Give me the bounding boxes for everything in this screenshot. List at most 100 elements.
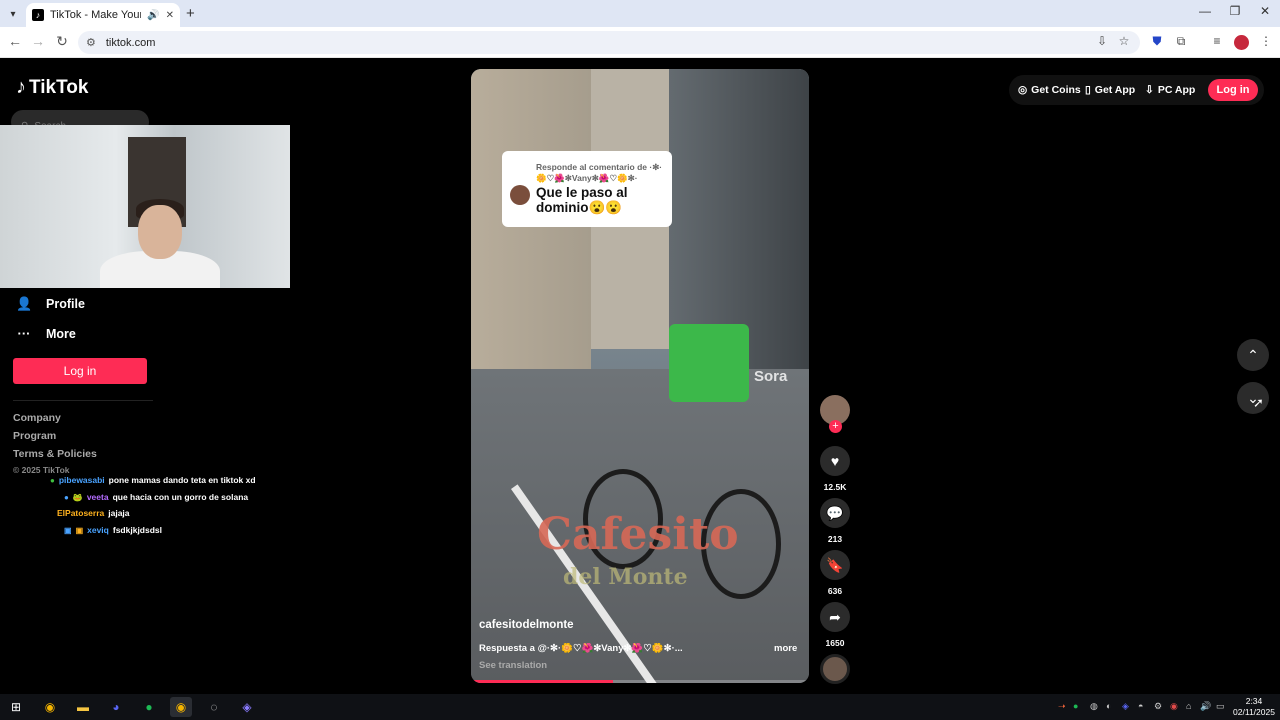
nav-more[interactable]: ··· More [16, 326, 76, 341]
file-explorer-icon[interactable]: ▬ [72, 697, 94, 717]
share-icon: ➦ [829, 608, 841, 625]
tray-icon[interactable]: ◈ [1122, 701, 1129, 712]
share-count: 1650 [825, 638, 845, 648]
forward-button[interactable]: → [28, 33, 48, 49]
volume-icon[interactable]: 🔊 [1200, 701, 1211, 712]
taskbar-clock[interactable]: 2:34 02/11/2025 [1232, 696, 1276, 717]
save-count: 636 [827, 586, 843, 596]
back-button[interactable]: ← [5, 33, 25, 49]
tray-icon[interactable]: ⚙ [1154, 701, 1162, 712]
tray-arrow-icon[interactable]: ➝ [1058, 701, 1066, 712]
chat-user: ElPatoserra [57, 508, 105, 518]
chevron-up-icon: ⌃ [1247, 346, 1259, 363]
tray-steam-icon[interactable]: ◓ [1138, 701, 1143, 711]
chat-emote-icon: 🐸 [72, 492, 83, 502]
see-translation-link[interactable]: See translation [479, 660, 547, 671]
nav-profile[interactable]: 👤 Profile [16, 296, 85, 312]
comment-text: Que le paso al dominio😮😮 [536, 185, 628, 215]
tray-icon[interactable]: ◉ [1170, 701, 1178, 712]
chat-message: que hacia con un gorro de solana [112, 492, 249, 502]
chat-line: ● 🐸 veeta que hacia con un gorro de sola… [64, 492, 248, 502]
chat-line: ▣ ▣ xeviq fsdkjkjdsdsl [64, 525, 162, 535]
get-app-link[interactable]: ▯ Get App [1085, 84, 1135, 96]
bookmark-icon: 🔖 [826, 556, 844, 573]
shield-extension-icon[interactable]: ⛊ [1148, 34, 1166, 49]
tiktok-note-icon: ♪ [16, 76, 26, 98]
chat-badge-icon: ● [64, 492, 69, 502]
chat-message: fsdkjkjdsdsl [112, 525, 163, 535]
video-author[interactable]: cafesitodelmonte [479, 619, 574, 631]
network-icon[interactable]: ⌂ [1186, 701, 1191, 711]
restore-button[interactable]: ❐ [1220, 4, 1250, 18]
brand-overlay-title: Cafesito [537, 509, 739, 560]
video-player[interactable]: Responde al comentario de ·✻·🌼♡🌺✻Vany✻🌺♡… [471, 69, 809, 683]
music-disc[interactable] [820, 654, 850, 684]
nav-more-label: More [46, 326, 76, 341]
notifications-icon[interactable]: ▭ [1216, 701, 1225, 712]
comment-button[interactable]: 💬 [820, 498, 850, 528]
sidebar-login-button[interactable]: Log in [13, 358, 147, 384]
site-info-icon[interactable]: ⚙ [86, 36, 96, 49]
logo-text: TikTok [29, 76, 89, 98]
speaker-icon[interactable]: 🔊 [147, 10, 159, 21]
chat-user: xeviq [87, 525, 109, 535]
browser-tab[interactable]: ♪ TikTok - Make Your Day 🔊 ✕ [26, 3, 180, 27]
tiktok-favicon-icon: ♪ [32, 9, 44, 21]
menu-icon[interactable]: ⋮ [1257, 34, 1275, 48]
close-icon[interactable]: ✕ [166, 10, 174, 21]
chat-message: pone mamas dando teta en tiktok xd [108, 475, 256, 485]
reload-button[interactable]: ↻ [52, 33, 72, 50]
app-icon[interactable]: ◈ [236, 697, 258, 717]
coin-icon: ◎ [1018, 84, 1028, 96]
tiktok-logo[interactable]: ♪ TikTok [16, 76, 88, 99]
header-login-button[interactable]: Log in [1208, 79, 1258, 101]
video-progress-bar[interactable] [471, 680, 809, 683]
footer-terms-link[interactable]: Terms & Policies [13, 448, 97, 460]
chat-user: veeta [86, 492, 109, 502]
copyright-text: © 2025 TikTok [13, 465, 70, 475]
like-button[interactable]: ♥ [820, 446, 850, 476]
spotify-icon[interactable]: ● [138, 697, 160, 717]
bookmark-star-icon[interactable]: ☆ [1115, 34, 1133, 48]
pc-app-label: PC App [1157, 84, 1196, 96]
tray-icon[interactable]: ◐ [1106, 701, 1111, 711]
previous-video-button[interactable]: ⌃ [1237, 339, 1269, 371]
comment-count: 213 [827, 534, 843, 544]
start-button[interactable]: ⊞ [5, 697, 27, 717]
share-button[interactable]: ➦ [820, 602, 850, 632]
chat-badge-icon: ▣ [64, 525, 72, 535]
chrome-active-icon[interactable]: ◉ [170, 697, 192, 717]
clock-time: 2:34 [1245, 696, 1263, 706]
window-close-button[interactable]: ✕ [1250, 4, 1280, 18]
ellipsis-icon: ··· [17, 326, 31, 341]
browser-tab-bar: ▾ ♪ TikTok - Make Your Day 🔊 ✕ + — ❐ ✕ [0, 0, 1280, 27]
brand-overlay-subtitle: del Monte [563, 564, 688, 590]
chat-line: ● pibewasabi pone mamas dando teta en ti… [50, 475, 256, 485]
footer-program-link[interactable]: Program [13, 430, 56, 442]
tray-icon[interactable]: ◍ [1090, 701, 1098, 712]
tiktok-page: ♪ TikTok ⚲ Search 👤 Profile ··· More Log… [0, 58, 1280, 694]
tray-spotify-icon[interactable]: ● [1073, 701, 1078, 711]
tab-search-button[interactable]: ▾ [4, 5, 22, 23]
minimize-button[interactable]: — [1190, 4, 1220, 18]
discord-icon[interactable]: ◕ [105, 697, 127, 717]
obs-icon[interactable]: ◌ [203, 697, 225, 717]
clock-date: 02/11/2025 [1233, 706, 1275, 717]
get-coins-link[interactable]: ◎ Get Coins [1018, 84, 1081, 96]
chrome-taskbar-icon[interactable]: ◉ [39, 697, 61, 717]
windows-taskbar: ⊞ ◉ ▬ ◕ ● ◉ ◌ ◈ ➝ ● ◍ ◐ ◈ ◓ ⚙ ◉ ⌂ 🔊 ▭ 2:… [0, 694, 1280, 720]
sora-watermark: Sora [754, 368, 788, 385]
media-controls-icon[interactable]: ≡ [1208, 34, 1226, 48]
description-more-link[interactable]: more [774, 643, 797, 654]
follow-button[interactable]: + [829, 420, 842, 433]
profile-avatar[interactable] [1234, 35, 1249, 50]
extensions-icon[interactable]: ⧉ [1172, 34, 1190, 49]
new-tab-button[interactable]: + [186, 5, 195, 22]
pc-app-link[interactable]: ⇩ PC App [1145, 84, 1195, 96]
reply-to-text: Responde al comentario de ·✻·🌼♡🌺✻Vany✻🌺♡… [536, 162, 663, 183]
sidebar-divider [13, 400, 153, 401]
save-button[interactable]: 🔖 [820, 550, 850, 580]
install-app-icon[interactable]: ⇩ [1093, 34, 1111, 48]
footer-company-link[interactable]: Company [13, 412, 61, 424]
address-bar[interactable]: ⚙ tiktok.com [78, 31, 1140, 54]
